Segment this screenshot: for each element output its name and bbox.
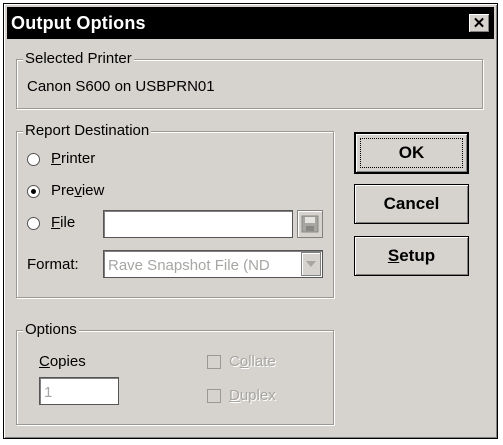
collate-label: Collate: [229, 353, 276, 370]
cancel-button-label: Cancel: [383, 194, 440, 213]
radio-preview-label: Preview: [51, 182, 105, 199]
format-label: Format:: [27, 256, 79, 273]
cancel-button[interactable]: Cancel: [354, 184, 469, 224]
selected-printer-value: Canon S600 on USBPRN01: [27, 78, 215, 95]
radio-file-indicator: [27, 217, 40, 230]
radio-file-label: File: [51, 214, 76, 231]
file-path-input[interactable]: [103, 210, 293, 238]
report-destination-group: Report Destination Printer Preview File: [16, 122, 334, 298]
collate-checkbox-box: [207, 355, 221, 369]
radio-printer-indicator: [27, 153, 40, 166]
selected-printer-legend: Selected Printer: [23, 50, 134, 67]
report-destination-legend: Report Destination: [23, 122, 152, 139]
duplex-checkbox-box: [207, 389, 221, 403]
copies-label: Copies: [39, 353, 86, 370]
format-dropdown-button[interactable]: [301, 252, 321, 276]
dialog-title: Output Options: [11, 13, 146, 33]
options-legend: Options: [23, 321, 79, 338]
close-button[interactable]: ✕: [468, 13, 490, 33]
ok-button[interactable]: OK: [354, 132, 469, 174]
focus-rect: [360, 138, 463, 168]
options-group: Options Copies 1 Collate Duplex: [16, 321, 334, 425]
copies-value: 1: [44, 384, 53, 401]
setup-button[interactable]: Setup: [354, 236, 469, 276]
format-select[interactable]: Rave Snapshot File (ND: [103, 250, 323, 278]
output-options-dialog: Output Options ✕ Selected Printer Canon …: [3, 3, 498, 439]
chevron-down-icon: [306, 261, 316, 267]
duplex-label: Duplex: [229, 387, 276, 404]
setup-button-label: Setup: [387, 246, 436, 265]
format-value: Rave Snapshot File (ND: [108, 257, 270, 274]
collate-checkbox[interactable]: Collate: [207, 353, 317, 373]
duplex-checkbox[interactable]: Duplex: [207, 387, 317, 407]
close-icon: ✕: [472, 15, 486, 32]
radio-file[interactable]: File: [27, 214, 87, 234]
browse-file-button[interactable]: [297, 210, 323, 238]
radio-printer[interactable]: Printer: [27, 150, 137, 170]
copies-input[interactable]: 1: [39, 377, 119, 405]
save-disk-icon: [301, 215, 319, 233]
radio-preview-indicator: [27, 185, 40, 198]
title-bar: Output Options ✕: [7, 7, 494, 39]
radio-printer-label: Printer: [51, 150, 96, 167]
radio-preview[interactable]: Preview: [27, 182, 137, 202]
selected-printer-group: Selected Printer Canon S600 on USBPRN01: [16, 50, 483, 109]
